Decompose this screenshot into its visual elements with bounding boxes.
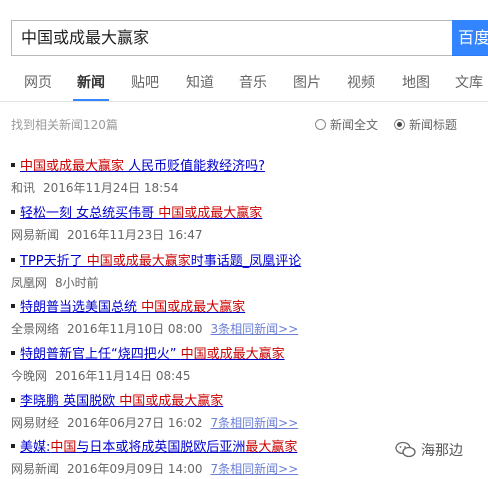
- watermark-text: 海那边: [421, 443, 463, 459]
- tab-map[interactable]: 地图: [402, 72, 430, 92]
- bullet-icon: [11, 444, 15, 448]
- bullet-icon: [11, 210, 15, 214]
- related-news-link[interactable]: 3条相同新闻>>: [211, 322, 299, 336]
- tab-web[interactable]: 网页: [24, 72, 52, 92]
- news-title-link[interactable]: 轻松一刻 女总统买伟哥 中国或成最大赢家: [20, 206, 262, 221]
- tab-news[interactable]: 新闻: [77, 72, 105, 92]
- news-source: 网易新闻: [11, 462, 60, 476]
- related-news-link[interactable]: 7条相同新闻>>: [211, 462, 299, 476]
- tab-music[interactable]: 音乐: [239, 72, 267, 92]
- list-item: 特朗普当选美国总统 中国或成最大赢家 全景网络 2016年11月10日 08:00…: [11, 300, 481, 336]
- bullet-icon: [11, 398, 15, 402]
- news-title-link[interactable]: TPP天折了 中国或成最大赢家时事话题_凤凰评论: [20, 254, 301, 269]
- result-count: 找到相关新闻120篇: [11, 118, 118, 132]
- related-news-link[interactable]: 7条相同新闻>>: [211, 416, 299, 430]
- wechat-icon: [395, 441, 417, 463]
- filter-full-text-label: 新闻全文: [330, 118, 379, 132]
- list-item: 中国或成最大赢家 人民币贬值能救经济吗? 和讯 2016年11月24日 18:54: [11, 159, 481, 195]
- list-item: 李晓鹏 英国脱欧 中国或成最大赢家 网易财经 2016年06月27日 16:02 7…: [11, 394, 481, 430]
- news-title-link[interactable]: 特朗普新官上任“烧四把火” 中国或成最大赢家: [20, 347, 285, 362]
- filter-title-only[interactable]: 新闻标题: [394, 116, 457, 133]
- filter-title-only-label: 新闻标题: [409, 118, 458, 132]
- search-header: 中国或成最大赢家 百度: [0, 0, 488, 62]
- bullet-icon: [11, 351, 15, 355]
- news-source: 今晚网: [11, 369, 48, 383]
- filter-full-text[interactable]: 新闻全文: [315, 116, 378, 133]
- news-title-link[interactable]: 中国或成最大赢家 人民币贬值能救经济吗?: [20, 159, 265, 174]
- news-time: 2016年11月14日 08:45: [55, 369, 191, 383]
- bullet-icon: [11, 258, 15, 262]
- news-time: 2016年11月10日 08:00: [67, 322, 203, 336]
- news-time: 2016年09月09日 14:00: [67, 462, 203, 476]
- bullet-icon: [11, 163, 15, 167]
- search-input[interactable]: 中国或成最大赢家: [11, 20, 452, 56]
- active-tab-indicator: [73, 99, 109, 101]
- tab-zhidao[interactable]: 知道: [186, 72, 214, 92]
- news-title-link[interactable]: 美媒:中国与日本或将成英国脱欧后亚洲最大赢家: [20, 440, 297, 455]
- category-tabs: 网页 新闻 贴吧 知道 音乐 图片 视频 地图 文库: [0, 62, 488, 102]
- radio-icon: [315, 119, 326, 130]
- news-source: 网易新闻: [11, 228, 60, 242]
- tab-tieba[interactable]: 贴吧: [131, 72, 159, 92]
- news-time: 8小时前: [55, 276, 99, 290]
- tab-images[interactable]: 图片: [293, 72, 321, 92]
- news-title-link[interactable]: 李晓鹏 英国脱欧 中国或成最大赢家: [20, 394, 223, 409]
- news-source: 和讯: [11, 181, 36, 195]
- tab-wenku[interactable]: 文库: [455, 72, 483, 92]
- news-time: 2016年06月27日 16:02: [67, 416, 203, 430]
- list-item: 特朗普新官上任“烧四把火” 中国或成最大赢家 今晚网 2016年11月14日 08…: [11, 347, 481, 383]
- bullet-icon: [11, 304, 15, 308]
- news-source: 凤凰网: [11, 276, 48, 290]
- news-title-link[interactable]: 特朗普当选美国总统 中国或成最大赢家: [20, 300, 245, 315]
- list-item: TPP天折了 中国或成最大赢家时事话题_凤凰评论 凤凰网 8小时前: [11, 254, 481, 290]
- news-source: 网易财经: [11, 416, 60, 430]
- news-time: 2016年11月24日 18:54: [43, 181, 179, 195]
- list-item: 轻松一刻 女总统买伟哥 中国或成最大赢家 网易新闻 2016年11月23日 16:…: [11, 206, 481, 242]
- tab-video[interactable]: 视频: [347, 72, 375, 92]
- news-time: 2016年11月23日 16:47: [67, 228, 203, 242]
- search-button[interactable]: 百度: [452, 20, 488, 56]
- radio-checked-icon: [394, 119, 405, 130]
- news-source: 全景网络: [11, 322, 60, 336]
- watermark: 海那边: [395, 440, 463, 463]
